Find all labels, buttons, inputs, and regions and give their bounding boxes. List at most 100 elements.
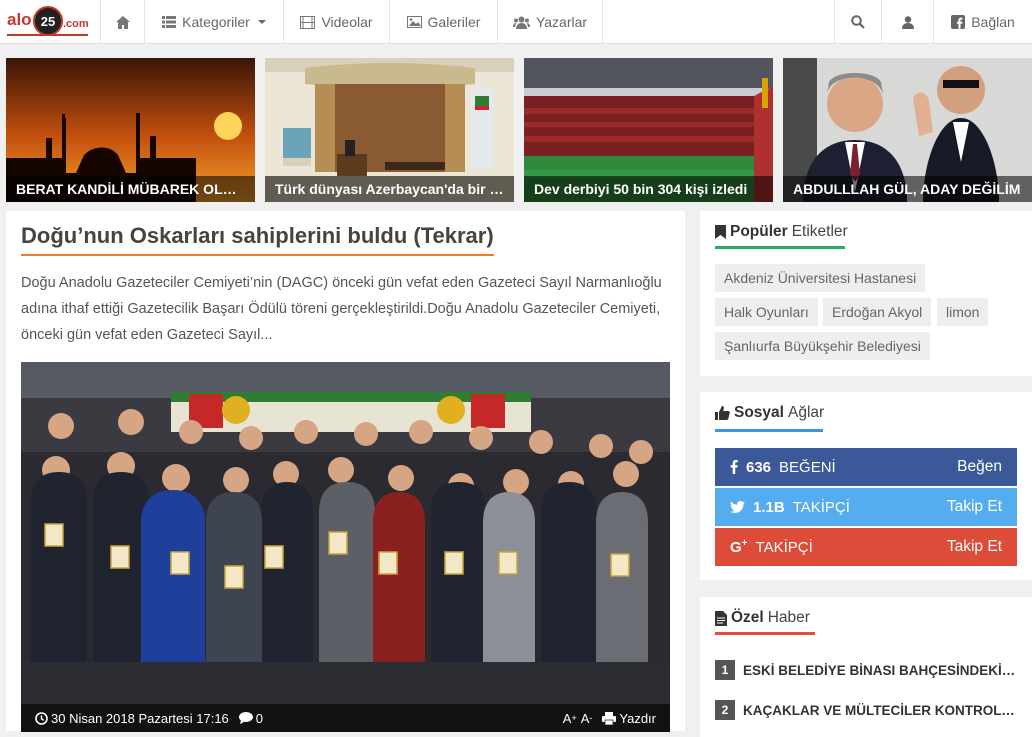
facebook-like-button[interactable]: Beğen bbox=[957, 458, 1002, 476]
font-decrease-sign: - bbox=[589, 713, 593, 723]
top-navbar: alo 25 .com Kategoriler Videolar Galeril… bbox=[0, 0, 1032, 44]
font-size-increase[interactable]: A + bbox=[563, 711, 577, 726]
headline-caption: Dev derbiyi 50 bin 304 kişi izledi bbox=[524, 176, 773, 202]
chevron-down-icon bbox=[257, 20, 266, 24]
user-button[interactable] bbox=[881, 0, 933, 44]
special-news-item[interactable]: 2 KAÇAKLAR VE MÜLTECİLER KONTROL ALTINA bbox=[715, 700, 1017, 720]
nav-kategoriler[interactable]: Kategoriler bbox=[144, 0, 283, 44]
print-button[interactable]: Yazdır bbox=[602, 711, 656, 726]
nav-yazarlar[interactable]: Yazarlar bbox=[497, 0, 603, 44]
document-icon bbox=[715, 610, 727, 626]
print-label: Yazdır bbox=[619, 710, 656, 726]
nav-videolar[interactable]: Videolar bbox=[283, 0, 389, 44]
home-icon bbox=[115, 15, 130, 29]
social-title-rest: Ağlar bbox=[787, 404, 825, 421]
connect-label: Bağlan bbox=[971, 14, 1015, 30]
thumbs-up-icon bbox=[715, 406, 730, 420]
home-button[interactable] bbox=[100, 0, 144, 44]
news-number: 2 bbox=[715, 700, 735, 720]
comments[interactable]: 0 bbox=[238, 710, 264, 726]
headline-card[interactable]: Dev derbiyi 50 bin 304 kişi izledi bbox=[524, 58, 773, 202]
nav-videolar-label: Videolar bbox=[321, 14, 373, 30]
nav-galeriler[interactable]: Galeriler bbox=[389, 0, 497, 44]
tag-item[interactable]: Halk Oyunları bbox=[715, 298, 818, 326]
heading-underline bbox=[715, 429, 823, 432]
popular-tags-title-rest: Etiketler bbox=[791, 223, 848, 240]
tag-item[interactable]: Erdoğan Akyol bbox=[823, 298, 932, 326]
headline-caption: ABDULLLAH GÜL, ADAY DEĞİLİM bbox=[783, 176, 1032, 202]
font-increase-sign: + bbox=[571, 713, 577, 723]
special-news-title-bold: Özel bbox=[731, 609, 764, 626]
facebook-count: 636 bbox=[746, 458, 772, 476]
connect-button[interactable]: Bağlan bbox=[933, 0, 1032, 44]
print-icon bbox=[602, 711, 617, 725]
font-increase-letter: A bbox=[562, 710, 572, 726]
site-logo[interactable]: alo 25 .com bbox=[6, 5, 90, 38]
facebook-icon bbox=[730, 460, 738, 474]
special-news-item[interactable]: 1 ESKİ BELEDİYE BİNASI BAHÇESİNDEKİ ÇAY … bbox=[715, 660, 1017, 680]
nav-galeriler-label: Galeriler bbox=[427, 14, 481, 30]
search-icon bbox=[851, 15, 865, 29]
comment-icon bbox=[238, 712, 253, 724]
article-photo[interactable]: 30 Nisan 2018 Pazartesi 17:16 0 A + A - … bbox=[21, 362, 670, 732]
headline-caption: BERAT KANDİLİ MÜBAREK OLSUN bbox=[6, 176, 255, 202]
special-news-heading: Özel Haber bbox=[715, 609, 810, 631]
google-plus-follow-row[interactable]: G+ TAKİPÇİ Takip Et bbox=[715, 528, 1017, 566]
popular-tags-widget: Popüler Etiketler Akdeniz Üniversitesi H… bbox=[700, 211, 1032, 376]
svg-text:.com: .com bbox=[63, 18, 89, 30]
svg-text:alo: alo bbox=[7, 10, 32, 29]
tag-item[interactable]: Şanlıurfa Büyükşehir Belediyesi bbox=[715, 332, 930, 360]
social-heading: Sosyal Ağlar bbox=[715, 404, 824, 426]
popular-tags-title-bold: Popüler bbox=[730, 223, 788, 240]
facebook-icon bbox=[951, 15, 966, 29]
special-news-title-rest: Haber bbox=[767, 609, 810, 626]
svg-text:25: 25 bbox=[41, 14, 55, 29]
social-title-bold: Sosyal bbox=[734, 404, 784, 421]
headline-strip: BERAT KANDİLİ MÜBAREK OLSUN Türk dünyası… bbox=[6, 58, 1032, 202]
special-news-widget: Özel Haber 1 ESKİ BELEDİYE BİNASI BAHÇES… bbox=[700, 597, 1032, 737]
tag-item[interactable]: limon bbox=[937, 298, 989, 326]
facebook-label: BEĞENİ bbox=[779, 458, 836, 476]
twitter-follow-row[interactable]: 1.1B TAKİPÇİ Takip Et bbox=[715, 488, 1017, 526]
date: 30 Nisan 2018 Pazartesi 17:16 bbox=[35, 711, 229, 726]
google-plus-label: TAKİPÇİ bbox=[755, 538, 813, 556]
font-size-decrease[interactable]: A - bbox=[581, 711, 593, 726]
list-icon bbox=[162, 16, 177, 28]
headline-caption: Türk dünyası Azerbaycan'da bir araya gel… bbox=[265, 176, 514, 202]
users-icon bbox=[512, 16, 530, 29]
twitter-label: TAKİPÇİ bbox=[792, 498, 850, 516]
headline-card[interactable]: ABDULLLAH GÜL, ADAY DEĞİLİM bbox=[783, 58, 1032, 202]
nav-yazarlar-label: Yazarlar bbox=[535, 14, 588, 30]
nav-kategoriler-label: Kategoriler bbox=[182, 14, 250, 30]
comment-count: 0 bbox=[255, 710, 264, 726]
search-button[interactable] bbox=[834, 0, 881, 44]
font-decrease-letter: A bbox=[580, 710, 590, 726]
twitter-icon bbox=[730, 501, 745, 513]
social-widget: Sosyal Ağlar 636 BEĞENİ Beğen 1.1B TAKİP… bbox=[700, 392, 1032, 580]
award-group-photo bbox=[21, 362, 670, 732]
heading-underline bbox=[715, 246, 845, 249]
facebook-follow-row[interactable]: 636 BEĞENİ Beğen bbox=[715, 448, 1017, 486]
clock-icon bbox=[35, 711, 48, 725]
article-meta-bar: 30 Nisan 2018 Pazartesi 17:16 0 A + A - … bbox=[21, 704, 670, 732]
twitter-follow-button[interactable]: Takip Et bbox=[947, 498, 1002, 516]
news-number: 1 bbox=[715, 660, 735, 680]
twitter-count: 1.1B bbox=[753, 498, 785, 516]
date-text: 30 Nisan 2018 Pazartesi 17:16 bbox=[51, 710, 229, 726]
headline-card[interactable]: BERAT KANDİLİ MÜBAREK OLSUN bbox=[6, 58, 255, 202]
article-summary: Doğu Anadolu Gazeteciler Cemiyeti’nin (D… bbox=[21, 275, 662, 343]
heading-underline bbox=[715, 632, 815, 635]
article-title[interactable]: Doğu’nun Oskarları sahiplerini buldu (Te… bbox=[21, 223, 494, 256]
news-title[interactable]: KAÇAKLAR VE MÜLTECİLER KONTROL ALTINA bbox=[743, 703, 1017, 718]
bookmark-icon bbox=[715, 225, 726, 239]
google-plus-follow-button[interactable]: Takip Et bbox=[947, 538, 1002, 556]
google-plus-icon: G+ bbox=[730, 538, 748, 556]
article-panel: Doğu’nun Oskarları sahiplerini buldu (Te… bbox=[6, 211, 685, 732]
news-title[interactable]: ESKİ BELEDİYE BİNASI BAHÇESİNDEKİ ÇAY OC… bbox=[743, 663, 1017, 678]
user-icon bbox=[901, 15, 914, 29]
tag-item[interactable]: Akdeniz Üniversitesi Hastanesi bbox=[715, 264, 926, 292]
popular-tags-heading: Popüler Etiketler bbox=[715, 223, 848, 245]
image-icon bbox=[406, 16, 422, 28]
film-icon bbox=[300, 15, 316, 29]
headline-card[interactable]: Türk dünyası Azerbaycan'da bir araya gel… bbox=[265, 58, 514, 202]
